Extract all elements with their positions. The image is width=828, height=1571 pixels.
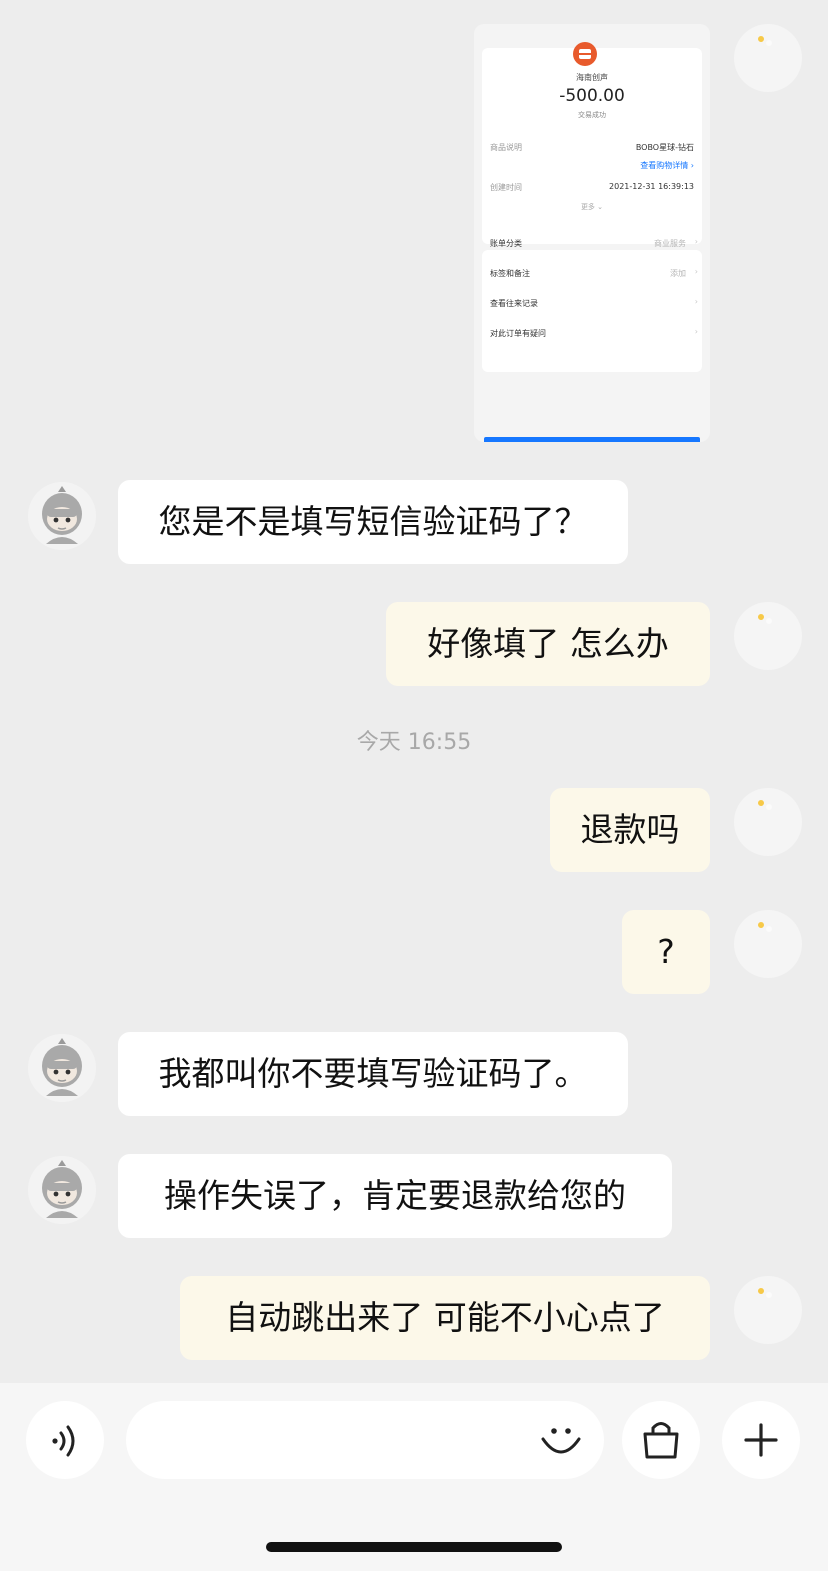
receipt-row-label: 创建时间 xyxy=(490,183,522,192)
receipt-row-label: 商品说明 xyxy=(490,143,522,152)
my-avatar[interactable] xyxy=(734,910,802,978)
message-bubble-me[interactable]: ? xyxy=(622,910,710,994)
receipt-detail-link-text: 查看购物详情 xyxy=(640,161,689,170)
merchant-logo-icon xyxy=(573,42,597,66)
message-input[interactable] xyxy=(126,1401,604,1479)
receipt-status: 交易成功 xyxy=(578,111,606,119)
receipt-amount: -500.00 xyxy=(559,86,625,106)
message-bubble-agent[interactable]: 您是不是填写短信验证码了？ xyxy=(118,480,628,564)
receipt-merchant: 海南创声 xyxy=(576,73,608,82)
plus-button[interactable] xyxy=(722,1401,800,1479)
message-bubble-agent[interactable]: 操作失误了，肯定要退款给您的 xyxy=(118,1154,672,1238)
chevron-right-icon: › xyxy=(694,327,698,336)
my-avatar[interactable] xyxy=(734,602,802,670)
home-indicator[interactable] xyxy=(266,1542,562,1552)
shopping-bag-icon xyxy=(643,1422,679,1459)
chat-area: 海南创声 -500.00 交易成功 商品说明 BOBO星球-钻石 查看购物详情 … xyxy=(0,0,828,1383)
timestamp: 今天 16:55 xyxy=(356,730,472,755)
shop-button[interactable] xyxy=(622,1401,700,1479)
message-bubble-me[interactable]: 退款吗 xyxy=(550,788,710,872)
agent-avatar[interactable] xyxy=(28,1034,96,1102)
receipt-image[interactable]: 海南创声 -500.00 交易成功 商品说明 BOBO星球-钻石 查看购物详情 … xyxy=(474,24,710,442)
receipt-more-label: 更多 xyxy=(580,203,595,211)
receipt-list-label: 对此订单有疑问 xyxy=(490,329,546,338)
message-bubble-me[interactable]: 好像填了 怎么办 xyxy=(386,602,710,686)
receipt-more: 更多 ⌄ xyxy=(474,202,710,212)
receipt-row-value: BOBO星球-钻石 xyxy=(635,143,694,152)
robot-avatar-icon xyxy=(28,1034,96,1102)
receipt-bottom-bar xyxy=(484,437,700,442)
chevron-right-icon: › xyxy=(690,161,694,170)
receipt-row-value: 2021-12-31 16:39:13 xyxy=(609,182,694,191)
agent-avatar[interactable] xyxy=(28,1156,96,1224)
voice-icon xyxy=(52,1425,75,1457)
receipt-list-label: 账单分类 xyxy=(490,239,522,248)
my-avatar[interactable] xyxy=(734,1276,802,1344)
message-bubble-me[interactable]: 自动跳出来了 可能不小心点了 xyxy=(180,1276,710,1360)
emoji-icon[interactable] xyxy=(538,1417,584,1463)
my-avatar[interactable] xyxy=(734,24,802,92)
robot-avatar-icon xyxy=(28,1156,96,1224)
plus-icon xyxy=(744,1423,778,1457)
receipt-list-label: 标签和备注 xyxy=(490,269,530,278)
chevron-right-icon: › xyxy=(694,237,698,246)
robot-avatar-icon xyxy=(28,482,96,550)
receipt-list-value: 商业服务 xyxy=(654,239,686,248)
message-bubble-agent[interactable]: 我都叫你不要填写验证码了。 xyxy=(118,1032,628,1116)
my-avatar[interactable] xyxy=(734,788,802,856)
chevron-down-icon: ⌄ xyxy=(597,203,604,211)
agent-avatar[interactable] xyxy=(28,482,96,550)
chevron-right-icon: › xyxy=(694,297,698,306)
receipt-detail-link: 查看购物详情 › xyxy=(640,160,694,171)
chevron-right-icon: › xyxy=(694,267,698,276)
receipt-list-label: 查看往来记录 xyxy=(490,299,538,308)
voice-button[interactable] xyxy=(26,1401,104,1479)
receipt-list-value: 添加 xyxy=(670,269,686,278)
